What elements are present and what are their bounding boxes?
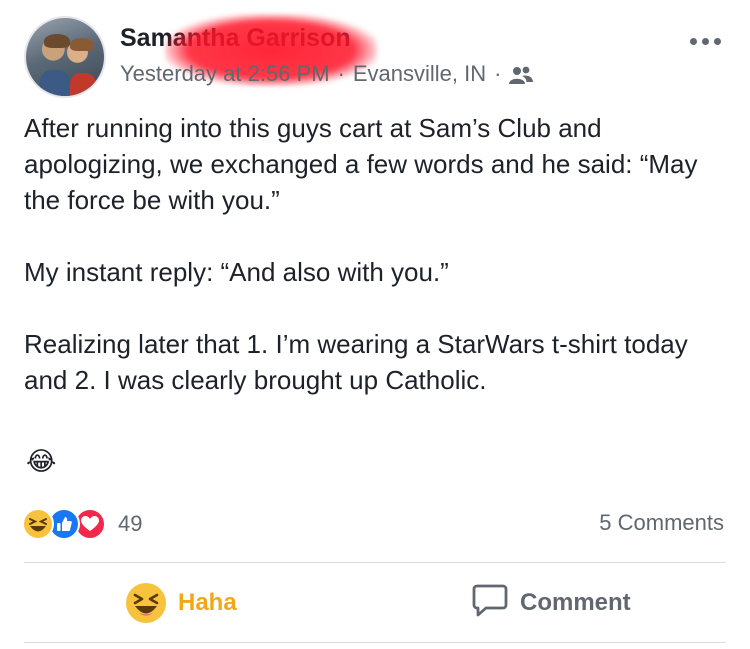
haha-icon [22,508,54,540]
more-options-icon[interactable] [690,38,721,45]
post-body: After running into this guys cart at Sam… [24,110,724,398]
reaction-summary[interactable]: 49 [22,508,142,540]
divider [24,642,726,643]
friends-icon[interactable] [509,65,534,85]
avatar-hair-left [44,34,70,48]
author-avatar[interactable] [24,16,106,98]
laughing-emoji: 😂 [26,446,57,476]
comment-icon [472,583,508,624]
post-paragraph: After running into this guys cart at Sam… [24,113,698,215]
post-location[interactable]: Evansville, IN [353,61,486,87]
reaction-count: 49 [118,511,143,536]
avatar-shirt-right [70,73,96,96]
avatar-hair-right [70,38,94,51]
haha-icon [126,583,166,623]
facebook-post: Samantha Garrison Yesterday at 2:56 PM ·… [0,0,750,649]
meta-separator: · [494,61,502,86]
meta-separator: · [337,61,345,86]
post-paragraph: Realizing later that 1. I’m wearing a St… [24,329,688,395]
comment-label: Comment [520,589,631,616]
post-paragraph: My instant reply: “And also with you.” [24,257,449,287]
post-timestamp[interactable]: Yesterday at 2:56 PM [120,61,330,87]
divider [24,562,726,563]
post-meta: Yesterday at 2:56 PM · Evansville, IN · [120,61,534,87]
comment-button[interactable]: Comment [472,580,631,626]
comments-count-link[interactable]: 5 Comments [599,510,724,536]
haha-label: Haha [178,589,237,616]
avatar-shirt-left [40,70,70,96]
haha-button[interactable]: Haha [126,580,237,626]
